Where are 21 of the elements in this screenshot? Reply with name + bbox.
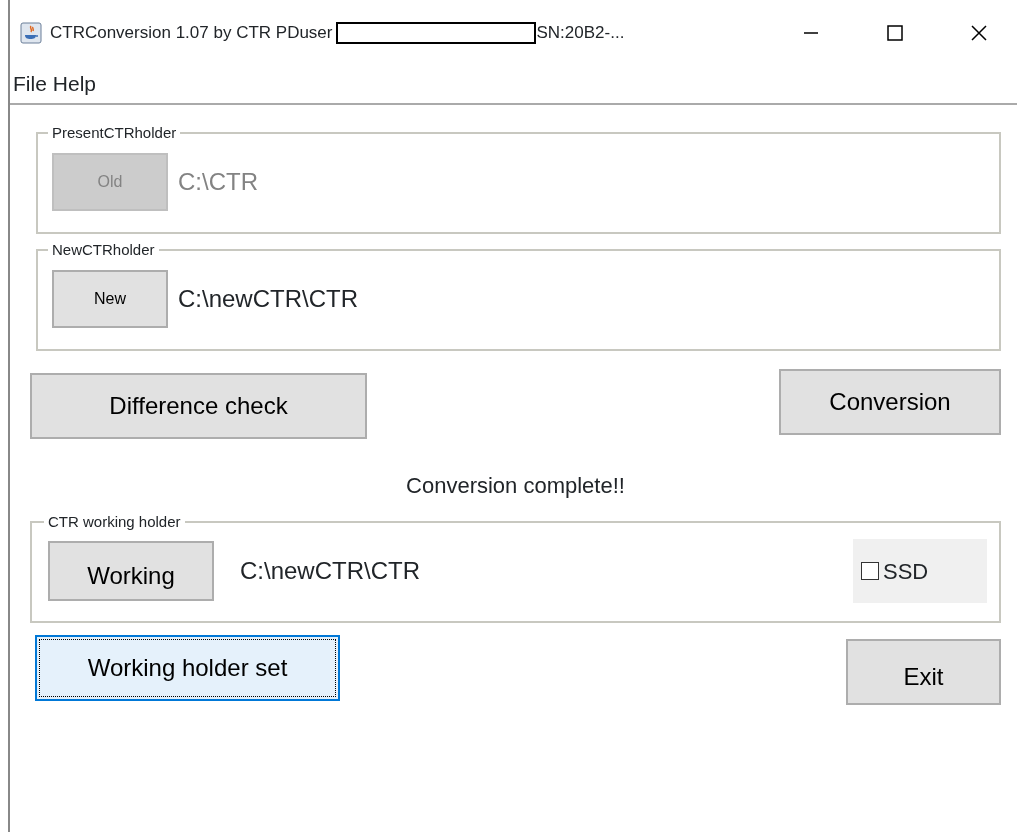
minimize-icon [803,31,819,34]
new-button[interactable]: New [52,270,168,328]
maximize-icon [886,23,904,42]
status-message: Conversion complete!! [406,473,625,498]
working-button[interactable]: Working [48,541,214,601]
path-text: C:\CTR [178,167,258,197]
exit-button[interactable]: Exit [846,639,1001,705]
conversion-button[interactable]: Conversion [779,369,1001,435]
difference-check-button[interactable]: Difference check [30,373,367,439]
menu-item[interactable]: Help [49,68,100,100]
working-holder-set-button[interactable]: Working holder set [35,635,340,701]
group-label: CTR working holder [47,514,182,529]
close-icon [970,23,988,42]
group-label: NewCTRholder [51,242,156,257]
window-title: CTRConversion 1.07 by CTR PDuser [50,21,333,44]
app-icon [20,21,42,44]
path-text: C:\newCTR\CTR [178,284,358,314]
group-label: PresentCTRholder [51,125,178,140]
serial-number: SN:20B2-... [536,21,625,44]
menu-item[interactable]: File [10,68,50,100]
path-text: C:\newCTR\CTR [240,556,420,586]
